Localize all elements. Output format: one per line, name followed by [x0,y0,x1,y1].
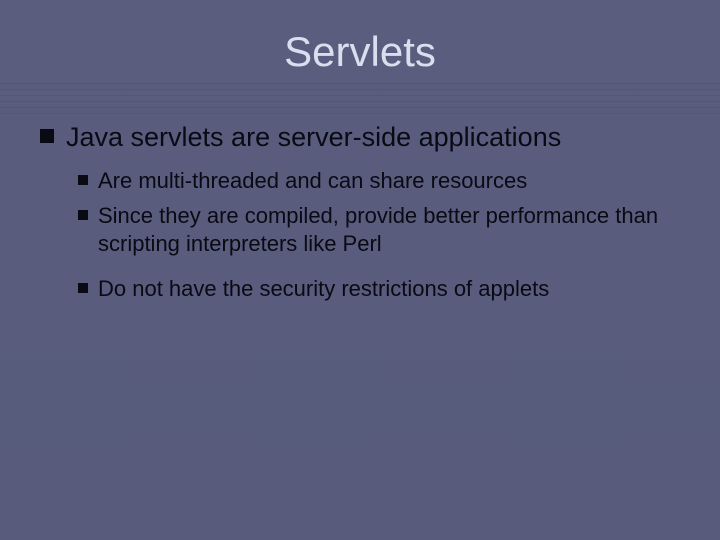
slide-title: Servlets [0,0,720,100]
sub-bullet-list: Are multi-threaded and can share resourc… [40,167,680,303]
slide-content: Java servlets are server-side applicatio… [0,100,720,303]
sub-bullet-text: Are multi-threaded and can share resourc… [98,167,527,196]
square-bullet-icon [78,283,88,293]
sub-bullet-text: Do not have the security restrictions of… [98,275,549,304]
square-bullet-icon [40,129,54,143]
sub-bullet-text: Since they are compiled, provide better … [98,202,680,259]
sub-bullet: Are multi-threaded and can share resourc… [78,167,680,196]
main-bullet-text: Java servlets are server-side applicatio… [66,120,561,155]
sub-bullet: Do not have the security restrictions of… [78,275,680,304]
square-bullet-icon [78,210,88,220]
square-bullet-icon [78,175,88,185]
sub-bullet: Since they are compiled, provide better … [78,202,680,259]
main-bullet: Java servlets are server-side applicatio… [40,120,680,155]
